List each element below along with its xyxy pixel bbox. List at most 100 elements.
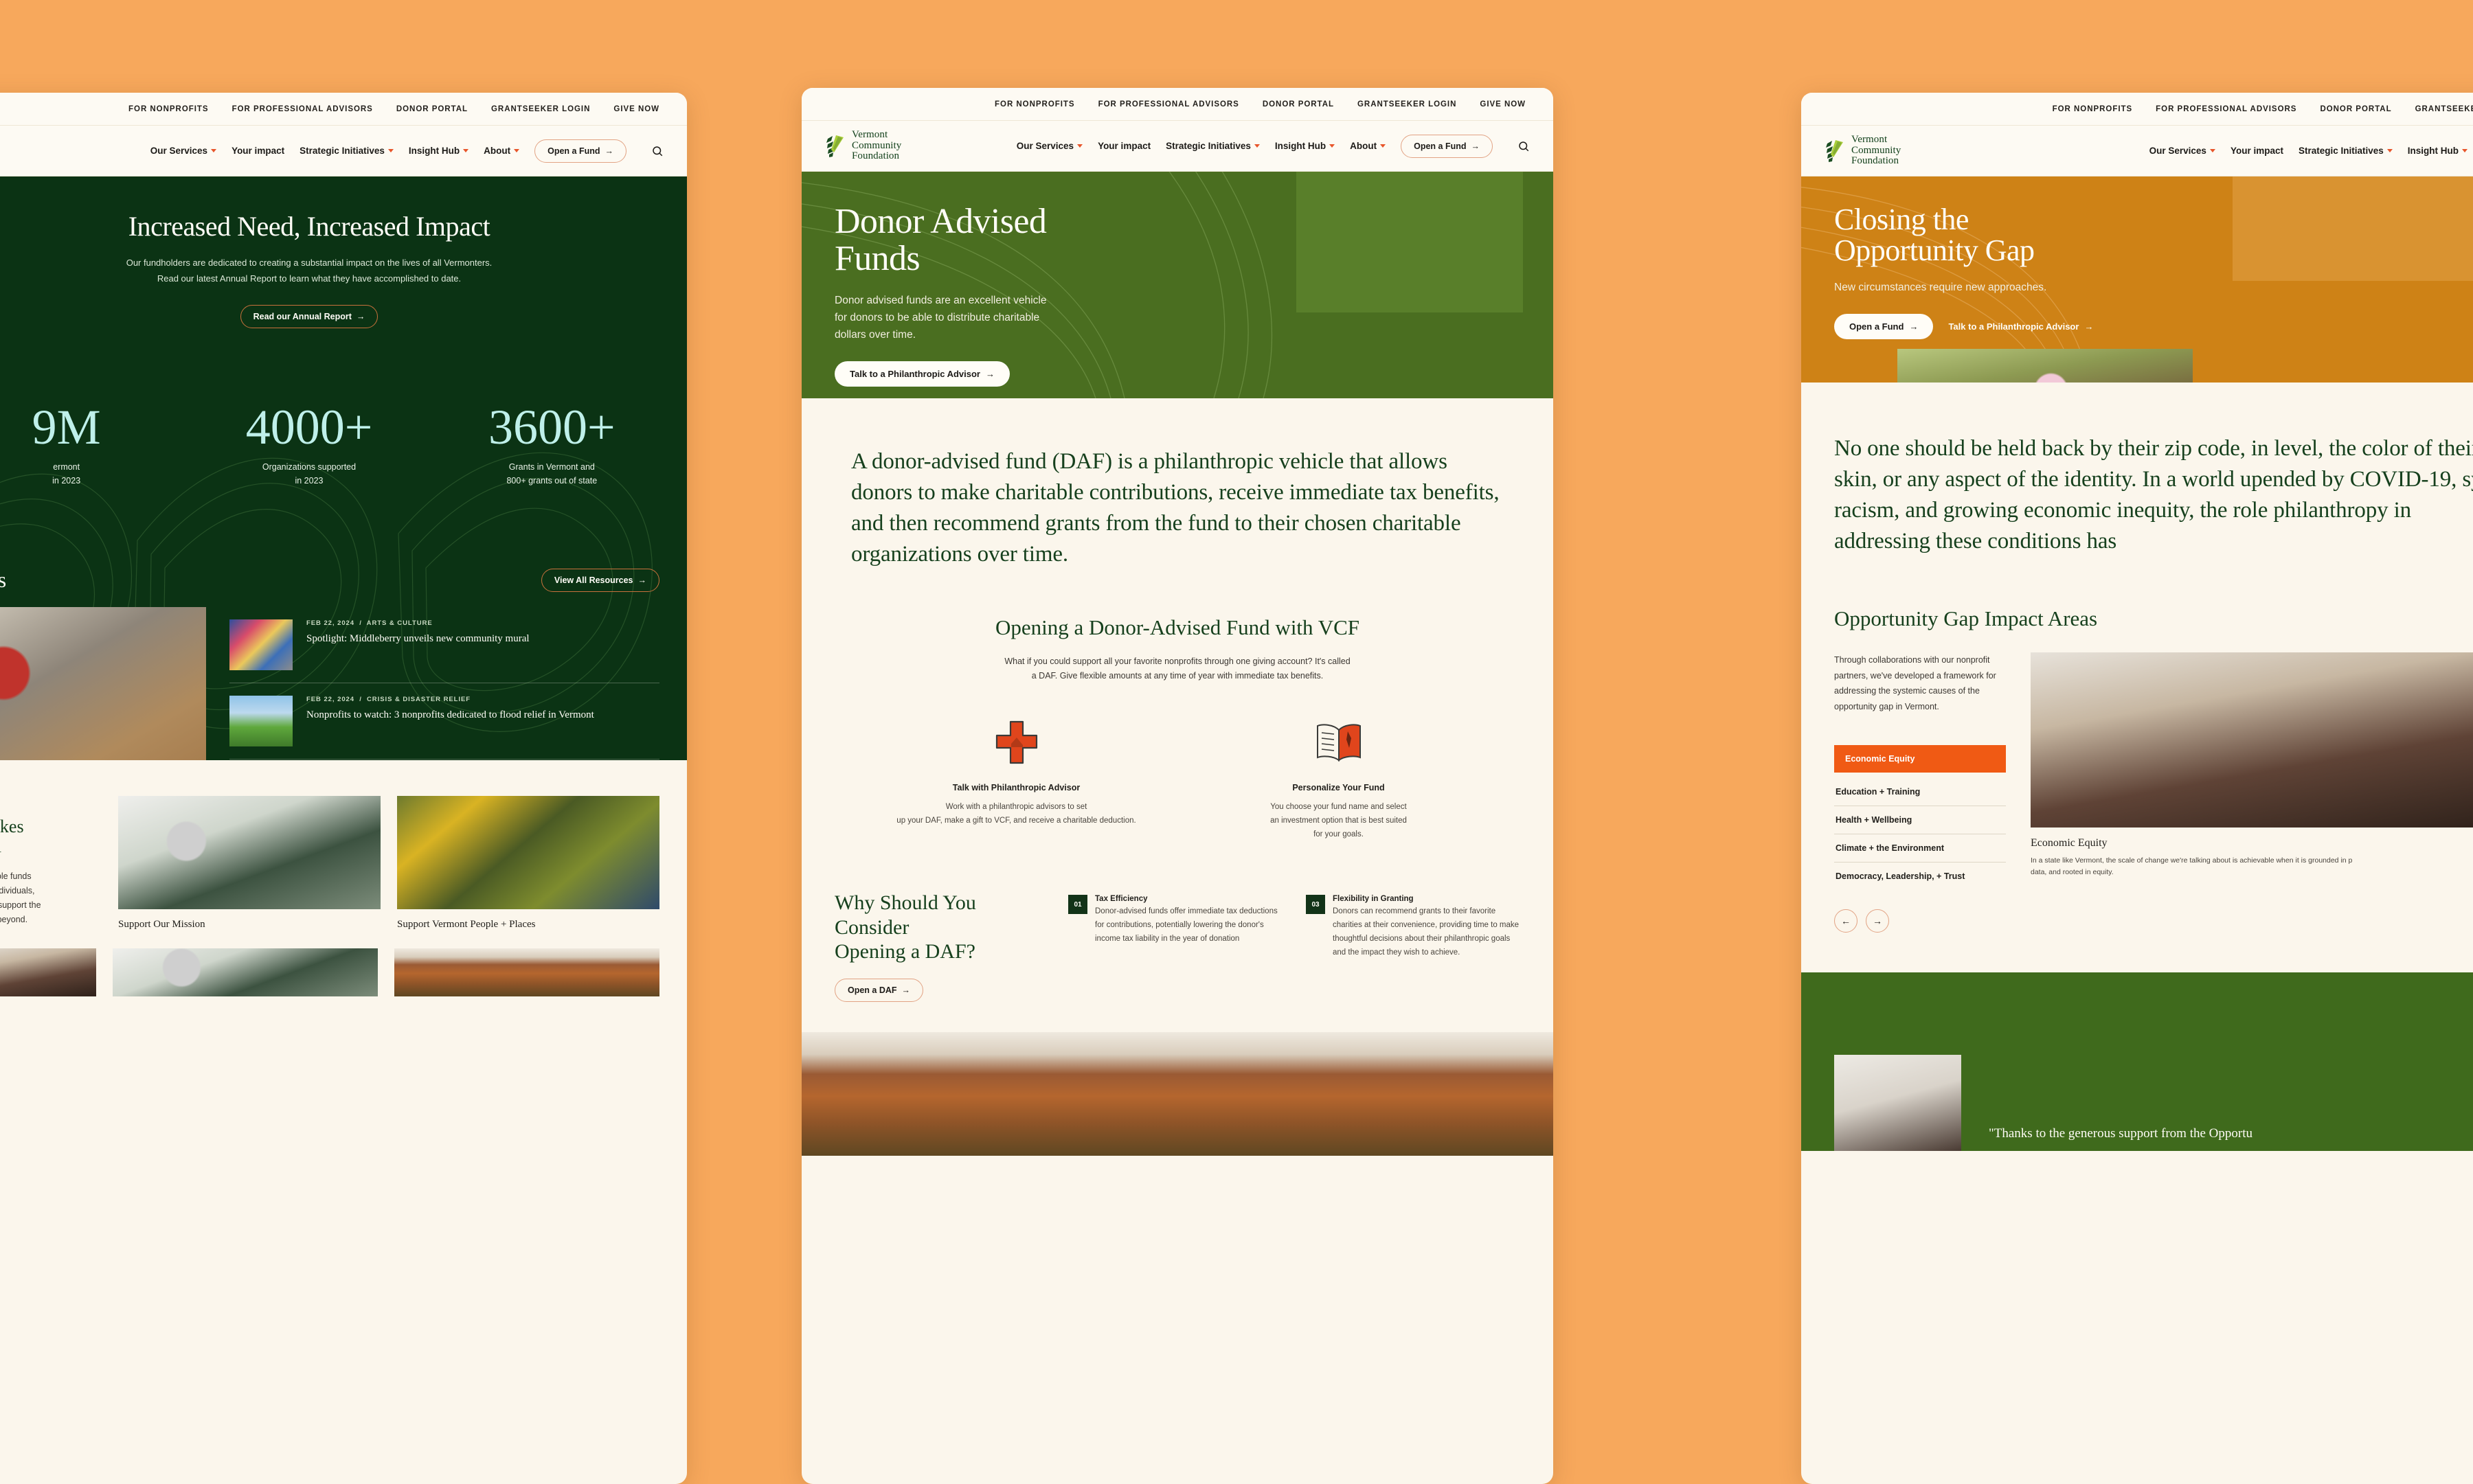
view-all-resources-label: View All Resources [554,575,633,585]
utility-nav-item-3[interactable]: GRANTSEEKER LOGIN [1357,100,1456,109]
nav-item-our-services[interactable]: Our Services [2149,146,2215,156]
hero-tint-block [1296,172,1523,312]
utility-nav-item-2[interactable]: DONOR PORTAL [1263,100,1334,109]
search-icon[interactable] [651,145,664,157]
nav-item-our-services[interactable]: Our Services [1017,141,1083,151]
impact-areas-body: Through collaborations with our nonprofi… [1834,652,2473,933]
nav-item-insight-hub[interactable]: Insight Hub [1275,141,1335,151]
bottom-thumb-0[interactable] [0,948,96,996]
utility-nav-item-0[interactable]: FOR NONPROFITS [2053,105,2133,113]
special-cards: Support Our Mission Support Vermont Peop… [118,796,659,931]
impact-area-card-body: In a state like Vermont, the scale of ch… [2031,856,2353,876]
red-cross-icon [995,720,1037,764]
utility-nav-item-4[interactable]: GIVE NOW [1480,100,1526,109]
chevron-down-icon [2462,149,2468,152]
nav-item-strategic-initiatives[interactable]: Strategic Initiatives [2299,146,2393,156]
impact-areas-heading: Opportunity Gap Impact Areas [1834,606,2098,630]
bottom-thumb-1[interactable] [113,948,378,996]
talk-to-advisor-button[interactable]: Talk to a Philanthropic Advisor → [835,361,1010,387]
arrow-right-icon: → [1909,321,1919,332]
utility-nav-item-1[interactable]: FOR PROFESSIONAL ADVISORS [2156,105,2296,113]
step-title: Personalize Your Fund [1292,782,1385,792]
card-title: Flexibility in Granting [1333,895,1414,904]
search-icon[interactable] [1517,140,1530,152]
right-hero-title: Closing the Opportunity Gap [1834,203,2035,268]
impact-area-climate-environment[interactable]: Climate + the Environment [1834,834,2006,862]
story-title: Nonprofits to watch: 3 nonprofits dedica… [306,709,594,720]
stories-header: tories View All Resources → [0,568,687,592]
nav-item-your-impact[interactable]: Your impact [232,146,284,156]
stat-0: 9M ermont in 2023 [0,402,188,488]
nav-item-your-impact[interactable]: Your impact [1098,141,1151,151]
open-a-daf-button[interactable]: Open a DAF → [835,979,924,1003]
talk-to-advisor-hero-button[interactable]: Talk to a Philanthropic Advisor → [1948,321,2093,332]
stat-value: 9M [32,399,101,455]
special-card-places[interactable]: Support Vermont People + Places [397,796,659,931]
nav-item-insight-hub[interactable]: Insight Hub [2408,146,2468,156]
utility-nav-item-0[interactable]: FOR NONPROFITS [128,105,209,113]
utility-nav: FOR NONPROFITS FOR PROFESSIONAL ADVISORS… [0,93,687,126]
logo[interactable]: Vermont Community Foundation [825,129,901,162]
website-mockup-center[interactable]: FOR NONPROFITS FOR PROFESSIONAL ADVISORS… [802,88,1553,1484]
impact-area-democracy-leadership-trust[interactable]: Democracy, Leadership, + Trust [1834,863,2006,890]
utility-nav-item-2[interactable]: DONOR PORTAL [396,105,468,113]
website-mockup-left[interactable]: FOR NONPROFITS FOR PROFESSIONAL ADVISORS… [0,93,687,1484]
impact-area-label: Climate + the Environment [1836,843,1945,853]
utility-nav-item-1[interactable]: FOR PROFESSIONAL ADVISORS [1098,100,1239,109]
nav-item-our-services[interactable]: Our Services [150,146,217,156]
step-body: You choose your fund name and select an … [1270,802,1407,839]
arrow-right-icon: → [637,575,647,585]
feature-story[interactable]: funding saved thousands of [0,606,206,760]
chevron-down-icon [211,149,217,152]
utility-nav-item-2[interactable]: DONOR PORTAL [2320,105,2391,113]
carousel-prev-button[interactable]: ← [1834,909,1857,933]
impact-area-health-wellbeing[interactable]: Health + Wellbeing [1834,806,2006,834]
impact-area-active-economic-equity[interactable]: Economic Equity [1834,744,2006,773]
left-hero-title: Increased Need, Increased Impact [128,211,490,242]
read-annual-report-label: Read our Annual Report [253,311,352,321]
logo[interactable]: Vermont Community Foundation [1825,133,1901,167]
nav-items: Our Services Your impact Strategic Initi… [150,139,664,163]
impact-area-card-title: Economic Equity [2031,836,2108,849]
utility-nav-item-0[interactable]: FOR NONPROFITS [995,100,1075,109]
utility-nav-item-4[interactable]: GIVE NOW [613,105,659,113]
main-nav: Our Services Your impact Strategic Initi… [0,126,687,176]
nav-item-about[interactable]: About [1350,141,1386,151]
chevron-down-icon [1329,144,1335,148]
impact-area-label: Economic Equity [1845,753,1915,764]
logo-wordmark: Vermont Community Foundation [1851,133,1901,167]
nav-label: About [1350,141,1377,151]
open-a-fund-button[interactable]: Open a Fund → [534,139,626,163]
nav-item-about[interactable]: About [484,146,520,156]
nav-label: Our Services [150,146,208,156]
website-mockup-right[interactable]: FOR NONPROFITS FOR PROFESSIONAL ADVISORS… [1801,93,2473,1484]
step-talk-with-advisor: Talk with Philanthropic Advisor Work wit… [876,720,1157,841]
chevron-down-icon [1380,144,1386,148]
open-a-fund-hero-button[interactable]: Open a Fund → [1834,313,1934,339]
utility-nav-item-3[interactable]: GRANTSEEKER LOGIN [2415,105,2473,113]
story-list-item[interactable]: FEB 22, 2024 / CRISIS & DISASTER RELIEF … [229,683,659,759]
carousel-next-button[interactable]: → [1866,909,1889,933]
nav-item-strategic-initiatives[interactable]: Strategic Initiatives [300,146,394,156]
special-card-mission[interactable]: Support Our Mission [118,796,381,931]
nav-items: Our Services Your impact Strategic Initi… [2149,146,2473,156]
step-personalize-fund: Personalize Your Fund You choose your fu… [1198,720,1479,841]
why-daf-section: Why Should You Consider Opening a DAF? O… [802,841,1553,1003]
nav-item-insight-hub[interactable]: Insight Hub [409,146,469,156]
impact-area-education-training[interactable]: Education + Training [1834,778,2006,806]
nav-label: Strategic Initiatives [2298,146,2384,156]
chevron-down-icon [1077,144,1083,148]
utility-nav-item-1[interactable]: FOR PROFESSIONAL ADVISORS [232,105,373,113]
view-all-resources-button[interactable]: View All Resources → [541,568,659,592]
opening-daf-intro: What if you could support all your favor… [1004,656,1351,681]
open-a-fund-button[interactable]: Open a Fund → [1401,134,1493,158]
read-annual-report-button[interactable]: Read our Annual Report → [240,304,379,328]
story-list-item[interactable]: FEB 22, 2024 / ARTS & CULTURE Spotlight:… [229,607,659,683]
utility-nav-item-3[interactable]: GRANTSEEKER LOGIN [491,105,590,113]
nav-item-strategic-initiatives[interactable]: Strategic Initiatives [1166,141,1260,151]
nav-item-your-impact[interactable]: Your impact [2231,146,2283,156]
stories-body: funding saved thousands of FEB 22, 2024 … [0,606,687,760]
bottom-thumb-2[interactable] [394,948,659,996]
nav-items: Our Services Your impact Strategic Initi… [1017,134,1530,158]
main-nav: Vermont Community Foundation Our Service… [802,121,1553,172]
